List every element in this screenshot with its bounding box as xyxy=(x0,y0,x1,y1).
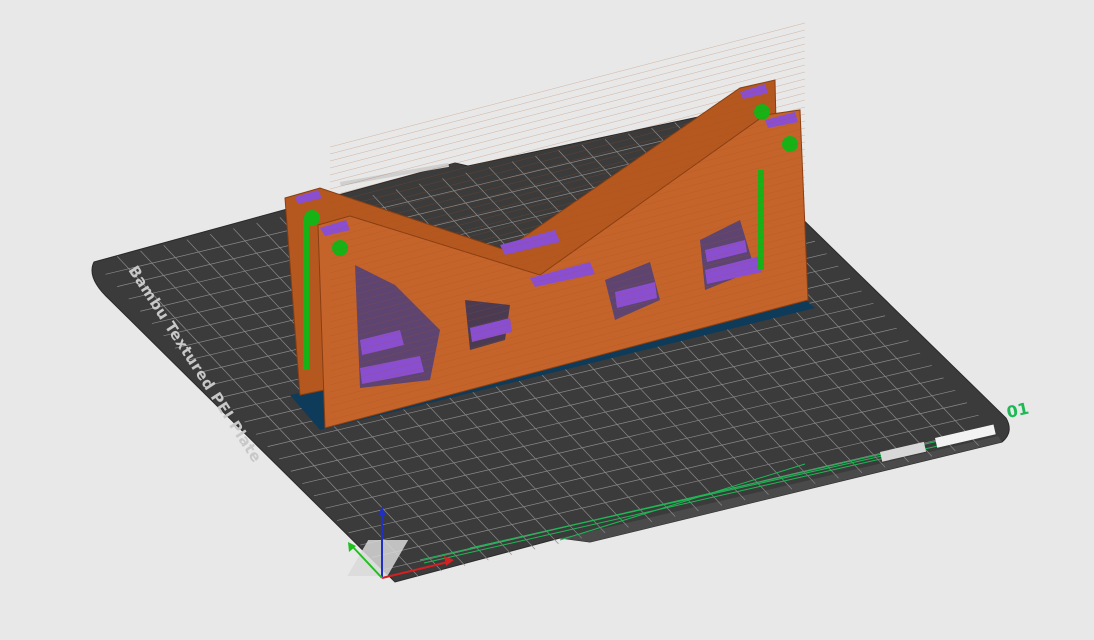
scene-canvas[interactable]: Bambu Textured PEI Plate 01 xyxy=(0,0,1094,640)
bolt-hole-icon xyxy=(754,104,770,120)
plate-number-label: 01 xyxy=(1005,399,1031,422)
bolt-hole-icon xyxy=(782,136,798,152)
bolt-hole-icon xyxy=(304,210,320,226)
3d-viewport[interactable]: Bambu Textured PEI Plate 01 xyxy=(0,0,1094,640)
y-axis-arrow-icon xyxy=(348,542,356,552)
